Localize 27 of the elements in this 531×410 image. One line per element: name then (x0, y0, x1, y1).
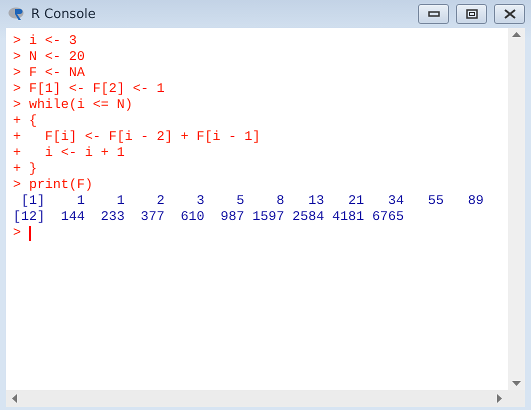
console-line: > F[1] <- F[2] <- 1 (13, 81, 165, 97)
console-line: > i <- 3 (13, 33, 77, 49)
maximize-button[interactable] (456, 4, 487, 24)
console-line: [12] 144 233 377 610 987 1597 2584 4181 6765 (13, 209, 404, 225)
console-line: + F[i] <- F[i - 2] + F[i - 1] (13, 129, 260, 145)
console-line: [1] 1 1 2 3 5 8 13 21 34 55 89 (20, 193, 484, 209)
scroll-left-icon[interactable] (12, 394, 17, 403)
r-logo-icon (8, 6, 26, 22)
console-line: > while(i <= N) (13, 97, 133, 113)
scroll-right-icon[interactable] (497, 394, 502, 403)
minimize-button[interactable] (418, 4, 449, 24)
console-line: > N <- 20 (13, 49, 85, 65)
console-line: > print(F) (13, 177, 93, 193)
console-line: + i <- i + 1 (13, 145, 125, 161)
maximize-icon (466, 9, 478, 19)
close-button[interactable] (494, 4, 525, 24)
scroll-down-icon[interactable] (512, 381, 521, 386)
scroll-up-icon[interactable] (512, 32, 521, 37)
window-title: R Console (31, 6, 97, 22)
console-line: > F <- NA (13, 65, 85, 81)
minimize-icon (428, 11, 440, 17)
console-line: + } (13, 161, 37, 177)
console-line: + { (13, 113, 37, 129)
horizontal-scrollbar[interactable] (6, 390, 508, 407)
vertical-scrollbar[interactable] (508, 28, 525, 390)
close-icon (504, 9, 516, 19)
console-line: > (13, 225, 21, 241)
